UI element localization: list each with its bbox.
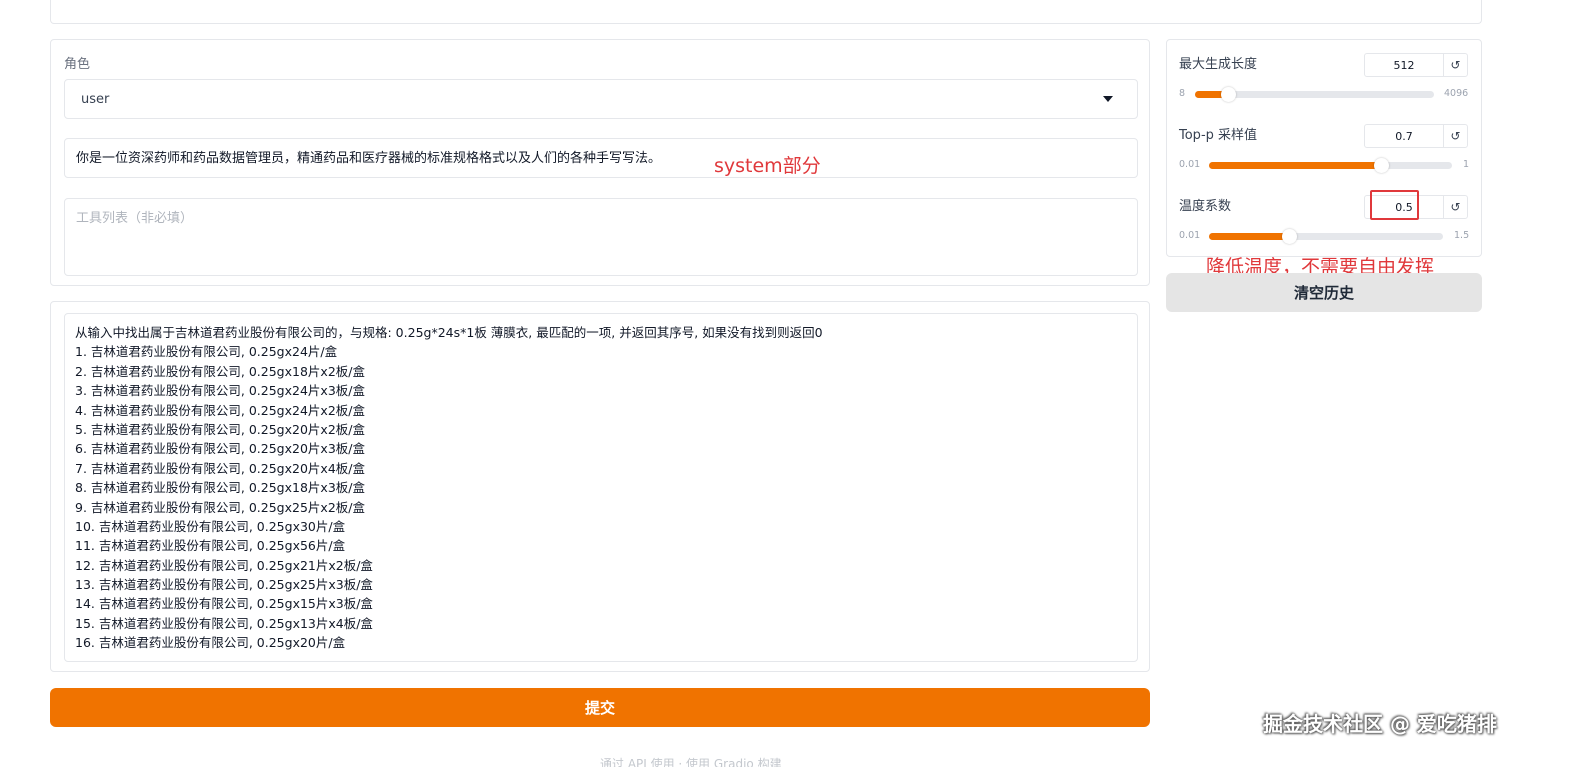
max-length-param: 最大生成长度 512 ↺ 8 4096 (1167, 40, 1483, 110)
temperature-highlight-box (1370, 190, 1419, 220)
top-p-min: 0.01 (1179, 159, 1201, 170)
query-line: 7. 吉林道君药业股份有限公司, 0.25gx20片x4板/盒 (75, 460, 365, 476)
watermark: 掘金技术社区 @ 爱吃猪排 (1263, 712, 1497, 736)
query-input[interactable]: 从输入中找出属于吉林道君药业股份有限公司的，与规格: 0.25g*24s*1板 … (64, 313, 1138, 662)
temperature-label: 温度系数 (1179, 199, 1232, 214)
query-line: 4. 吉林道君药业股份有限公司, 0.25gx24片x2板/盒 (75, 402, 365, 418)
top-p-label: Top-p 采样值 (1179, 128, 1258, 143)
max-length-slider-thumb[interactable] (1220, 87, 1236, 102)
temperature-max: 1.5 (1454, 230, 1470, 241)
system-panel: 角色 user 你是一位资深药师和药品数据管理员，精通药品和医疗器械的标准规格格… (50, 39, 1150, 286)
tools-list-input[interactable]: 工具列表（非必填） (64, 198, 1138, 276)
query-line: 14. 吉林道君药业股份有限公司, 0.25gx15片x3板/盒 (75, 596, 373, 612)
top-p-max: 1 (1463, 159, 1470, 170)
temperature-slider-fill (1209, 233, 1286, 240)
top-p-number-box: 0.7 ↺ (1364, 124, 1468, 148)
temperature-param: 温度系数 0.5 ↺ 0.01 1.5 (1167, 182, 1483, 252)
system-prompt-input[interactable]: 你是一位资深药师和药品数据管理员，精通药品和医疗器械的标准规格格式以及人们的各种… (64, 138, 1138, 178)
max-length-slider[interactable] (1195, 87, 1434, 102)
chevron-down-icon (1103, 96, 1113, 102)
temperature-slider-thumb[interactable] (1281, 229, 1297, 244)
parameter-panel: 最大生成长度 512 ↺ 8 4096 Top-p 采样值 0.7 ↺ 0.01… (1166, 39, 1482, 257)
top-p-slider-thumb[interactable] (1374, 158, 1390, 173)
submit-button[interactable]: 提交 (50, 688, 1150, 727)
annotation-system: system部分 (714, 155, 821, 177)
top-panel-strip (50, 0, 1482, 24)
query-line: 6. 吉林道君药业股份有限公司, 0.25gx20片x3板/盒 (75, 441, 365, 457)
query-line: 3. 吉林道君药业股份有限公司, 0.25gx24片x3板/盒 (75, 383, 365, 399)
footer-text: 通过 API 使用 · 使用 Gradio 构建 (600, 757, 782, 767)
max-length-input[interactable]: 512 (1365, 54, 1444, 76)
max-length-number-box: 512 ↺ (1364, 53, 1468, 77)
role-value: user (81, 91, 110, 107)
query-line: 15. 吉林道君药业股份有限公司, 0.25gx13片x4板/盒 (75, 615, 373, 631)
query-line: 从输入中找出属于吉林道君药业股份有限公司的，与规格: 0.25g*24s*1板 … (75, 325, 823, 340)
query-line: 5. 吉林道君药业股份有限公司, 0.25gx20片x2板/盒 (75, 421, 365, 437)
query-line: 12. 吉林道君药业股份有限公司, 0.25gx21片x2板/盒 (75, 557, 373, 573)
query-line: 1. 吉林道君药业股份有限公司, 0.25gx24片/盒 (75, 344, 338, 360)
role-label: 角色 (64, 57, 91, 72)
query-line: 13. 吉林道君药业股份有限公司, 0.25gx25片x3板/盒 (75, 577, 373, 593)
query-line: 10. 吉林道君药业股份有限公司, 0.25gx30片/盒 (75, 518, 346, 534)
query-line: 9. 吉林道君药业股份有限公司, 0.25gx25片x2板/盒 (75, 499, 365, 515)
temperature-slider[interactable] (1209, 229, 1443, 244)
query-line: 16. 吉林道君药业股份有限公司, 0.25gx20片/盒 (75, 635, 346, 651)
top-p-input[interactable]: 0.7 (1365, 125, 1444, 147)
query-panel: 从输入中找出属于吉林道君药业股份有限公司的，与规格: 0.25g*24s*1板 … (50, 301, 1150, 672)
max-length-max: 4096 (1444, 88, 1469, 99)
query-line: 2. 吉林道君药业股份有限公司, 0.25gx18片x2板/盒 (75, 363, 365, 379)
query-line: 8. 吉林道君药业股份有限公司, 0.25gx18片x3板/盒 (75, 480, 365, 496)
max-length-min: 8 (1179, 88, 1186, 99)
role-dropdown[interactable]: user (64, 79, 1138, 119)
reset-icon[interactable]: ↺ (1444, 196, 1467, 218)
reset-icon[interactable]: ↺ (1444, 125, 1467, 147)
top-p-slider[interactable] (1209, 158, 1452, 173)
max-length-label: 最大生成长度 (1179, 57, 1258, 72)
top-p-slider-fill (1209, 162, 1379, 169)
top-p-param: Top-p 采样值 0.7 ↺ 0.01 1 (1167, 111, 1483, 181)
temperature-min: 0.01 (1179, 230, 1201, 241)
query-line: 11. 吉林道君药业股份有限公司, 0.25gx56片/盒 (75, 538, 346, 554)
reset-icon[interactable]: ↺ (1444, 54, 1467, 76)
clear-history-button[interactable]: 清空历史 (1166, 273, 1482, 312)
